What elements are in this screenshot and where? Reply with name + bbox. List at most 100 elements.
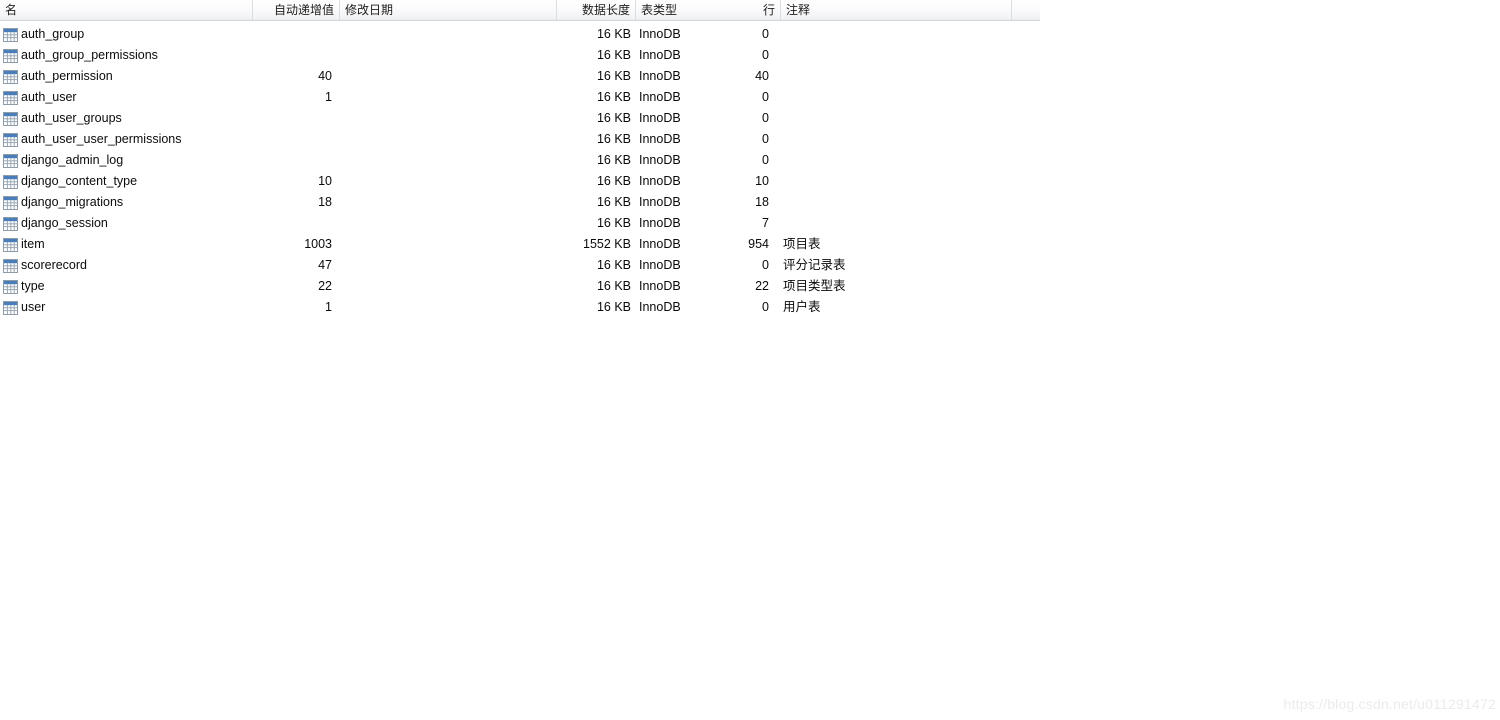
table-row[interactable]: item 1003 1552 KB InnoDB 954 项目表 bbox=[0, 234, 1040, 255]
cell-table-name[interactable]: auth_user bbox=[0, 87, 252, 108]
cell-comment bbox=[783, 66, 1033, 87]
cell-modified-date bbox=[342, 108, 554, 129]
cell-table-name[interactable]: auth_group_permissions bbox=[0, 45, 252, 66]
cell-auto-increment: 22 bbox=[318, 279, 332, 293]
cell-table-name[interactable]: django_session bbox=[0, 213, 252, 234]
column-header-comment[interactable]: 注释 bbox=[781, 0, 1012, 20]
column-header-table-type-label: 表类型 bbox=[641, 3, 678, 17]
table-row[interactable]: django_content_type 10 16 KB InnoDB 10 bbox=[0, 171, 1040, 192]
cell-comment bbox=[783, 108, 1033, 129]
cell-data-length: 16 KB bbox=[596, 132, 631, 146]
cell-modified-date bbox=[342, 213, 554, 234]
column-header-modified-date-label: 修改日期 bbox=[345, 3, 394, 17]
watermark-text: https://blog.csdn.net/u011291472 bbox=[1283, 696, 1496, 712]
grid-header: 名 自动递增值 修改日期 数据长度 表类型 行 注释 bbox=[0, 0, 1040, 21]
cell-modified-date bbox=[342, 150, 554, 171]
table-row[interactable]: auth_group_permissions 16 KB InnoDB 0 bbox=[0, 45, 1040, 66]
cell-data-length: 1552 KB bbox=[583, 237, 631, 251]
cell-table-name[interactable]: user bbox=[0, 297, 252, 318]
cell-auto-increment bbox=[254, 213, 336, 234]
cell-data-length: 16 KB bbox=[596, 27, 631, 41]
cell-data-length: 16 KB bbox=[596, 111, 631, 125]
column-header-name[interactable]: 名 bbox=[0, 0, 253, 20]
column-header-rows-label: 行 bbox=[762, 3, 775, 17]
cell-table-name[interactable]: django_migrations bbox=[0, 192, 252, 213]
cell-modified-date bbox=[342, 171, 554, 192]
table-row[interactable]: django_migrations 18 16 KB InnoDB 18 bbox=[0, 192, 1040, 213]
cell-table-name[interactable]: django_content_type bbox=[0, 171, 252, 192]
table-row[interactable]: auth_group 16 KB InnoDB 0 bbox=[0, 24, 1040, 45]
cell-comment bbox=[783, 171, 1033, 192]
cell-table-name[interactable]: auth_user_groups bbox=[0, 108, 252, 129]
table-name-label: auth_user bbox=[21, 90, 77, 104]
column-header-data-length[interactable]: 数据长度 bbox=[557, 0, 636, 20]
table-icon bbox=[3, 48, 21, 63]
cell-data-length: 16 KB bbox=[596, 69, 631, 83]
table-icon bbox=[3, 216, 21, 231]
table-row[interactable]: auth_user_groups 16 KB InnoDB 0 bbox=[0, 108, 1040, 129]
cell-auto-increment: 18 bbox=[318, 195, 332, 209]
table-icon bbox=[3, 111, 21, 126]
table-row[interactable]: auth_user_user_permissions 16 KB InnoDB 0 bbox=[0, 129, 1040, 150]
cell-data-length: 16 KB bbox=[596, 216, 631, 230]
cell-auto-increment: 1 bbox=[325, 90, 332, 104]
cell-modified-date bbox=[342, 192, 554, 213]
cell-comment bbox=[783, 213, 1033, 234]
cell-auto-increment: 1003 bbox=[304, 237, 332, 251]
table-name-label: auth_permission bbox=[21, 69, 113, 83]
cell-row-count: 7 bbox=[762, 216, 769, 230]
table-name-label: item bbox=[21, 237, 45, 251]
cell-auto-increment bbox=[254, 45, 336, 66]
table-icon bbox=[3, 174, 21, 189]
column-header-name-label: 名 bbox=[5, 3, 18, 17]
column-header-rows[interactable]: 行 bbox=[736, 0, 781, 20]
table-name-label: type bbox=[21, 279, 45, 293]
cell-row-count: 0 bbox=[762, 27, 769, 41]
cell-row-count: 0 bbox=[762, 300, 769, 314]
column-header-modified-date[interactable]: 修改日期 bbox=[340, 0, 557, 20]
table-name-label: django_content_type bbox=[21, 174, 138, 188]
cell-modified-date bbox=[342, 234, 554, 255]
cell-modified-date bbox=[342, 45, 554, 66]
cell-data-length: 16 KB bbox=[596, 174, 631, 188]
cell-comment bbox=[783, 192, 1033, 213]
cell-data-length: 16 KB bbox=[596, 258, 631, 272]
table-row[interactable]: auth_permission 40 16 KB InnoDB 40 bbox=[0, 66, 1040, 87]
column-header-filler bbox=[1012, 0, 1040, 20]
cell-row-count: 10 bbox=[755, 174, 769, 188]
cell-row-count: 0 bbox=[762, 48, 769, 62]
cell-table-name[interactable]: item bbox=[0, 234, 252, 255]
table-icon bbox=[3, 300, 21, 315]
table-row[interactable]: user 1 16 KB InnoDB 0 用户表 bbox=[0, 297, 1040, 318]
cell-row-count: 0 bbox=[762, 90, 769, 104]
column-header-auto-increment[interactable]: 自动递增值 bbox=[253, 0, 340, 20]
table-name-label: auth_group bbox=[21, 27, 85, 41]
cell-row-count: 18 bbox=[755, 195, 769, 209]
cell-table-name[interactable]: auth_permission bbox=[0, 66, 252, 87]
table-name-label: django_session bbox=[21, 216, 108, 230]
cell-comment bbox=[783, 150, 1033, 171]
cell-auto-increment: 10 bbox=[318, 174, 332, 188]
column-header-data-length-label: 数据长度 bbox=[581, 3, 630, 17]
table-row[interactable]: django_session 16 KB InnoDB 7 bbox=[0, 213, 1040, 234]
cell-table-name[interactable]: type bbox=[0, 276, 252, 297]
cell-table-name[interactable]: django_admin_log bbox=[0, 150, 252, 171]
cell-comment: 评分记录表 bbox=[783, 258, 846, 272]
cell-auto-increment bbox=[254, 129, 336, 150]
cell-auto-increment bbox=[254, 24, 336, 45]
cell-table-name[interactable]: scorerecord bbox=[0, 255, 252, 276]
table-name-label: auth_user_groups bbox=[21, 111, 122, 125]
table-name-label: auth_group_permissions bbox=[21, 48, 158, 62]
cell-table-name[interactable]: auth_user_user_permissions bbox=[0, 129, 252, 150]
table-name-label: scorerecord bbox=[21, 258, 87, 272]
cell-data-length: 16 KB bbox=[596, 300, 631, 314]
table-name-label: django_admin_log bbox=[21, 153, 124, 167]
table-row[interactable]: auth_user 1 16 KB InnoDB 0 bbox=[0, 87, 1040, 108]
table-icon bbox=[3, 237, 21, 252]
cell-auto-increment bbox=[254, 108, 336, 129]
table-row[interactable]: type 22 16 KB InnoDB 22 项目类型表 bbox=[0, 276, 1040, 297]
table-row[interactable]: django_admin_log 16 KB InnoDB 0 bbox=[0, 150, 1040, 171]
table-row[interactable]: scorerecord 47 16 KB InnoDB 0 评分记录表 bbox=[0, 255, 1040, 276]
cell-table-name[interactable]: auth_group bbox=[0, 24, 252, 45]
column-header-table-type[interactable]: 表类型 bbox=[636, 0, 736, 20]
